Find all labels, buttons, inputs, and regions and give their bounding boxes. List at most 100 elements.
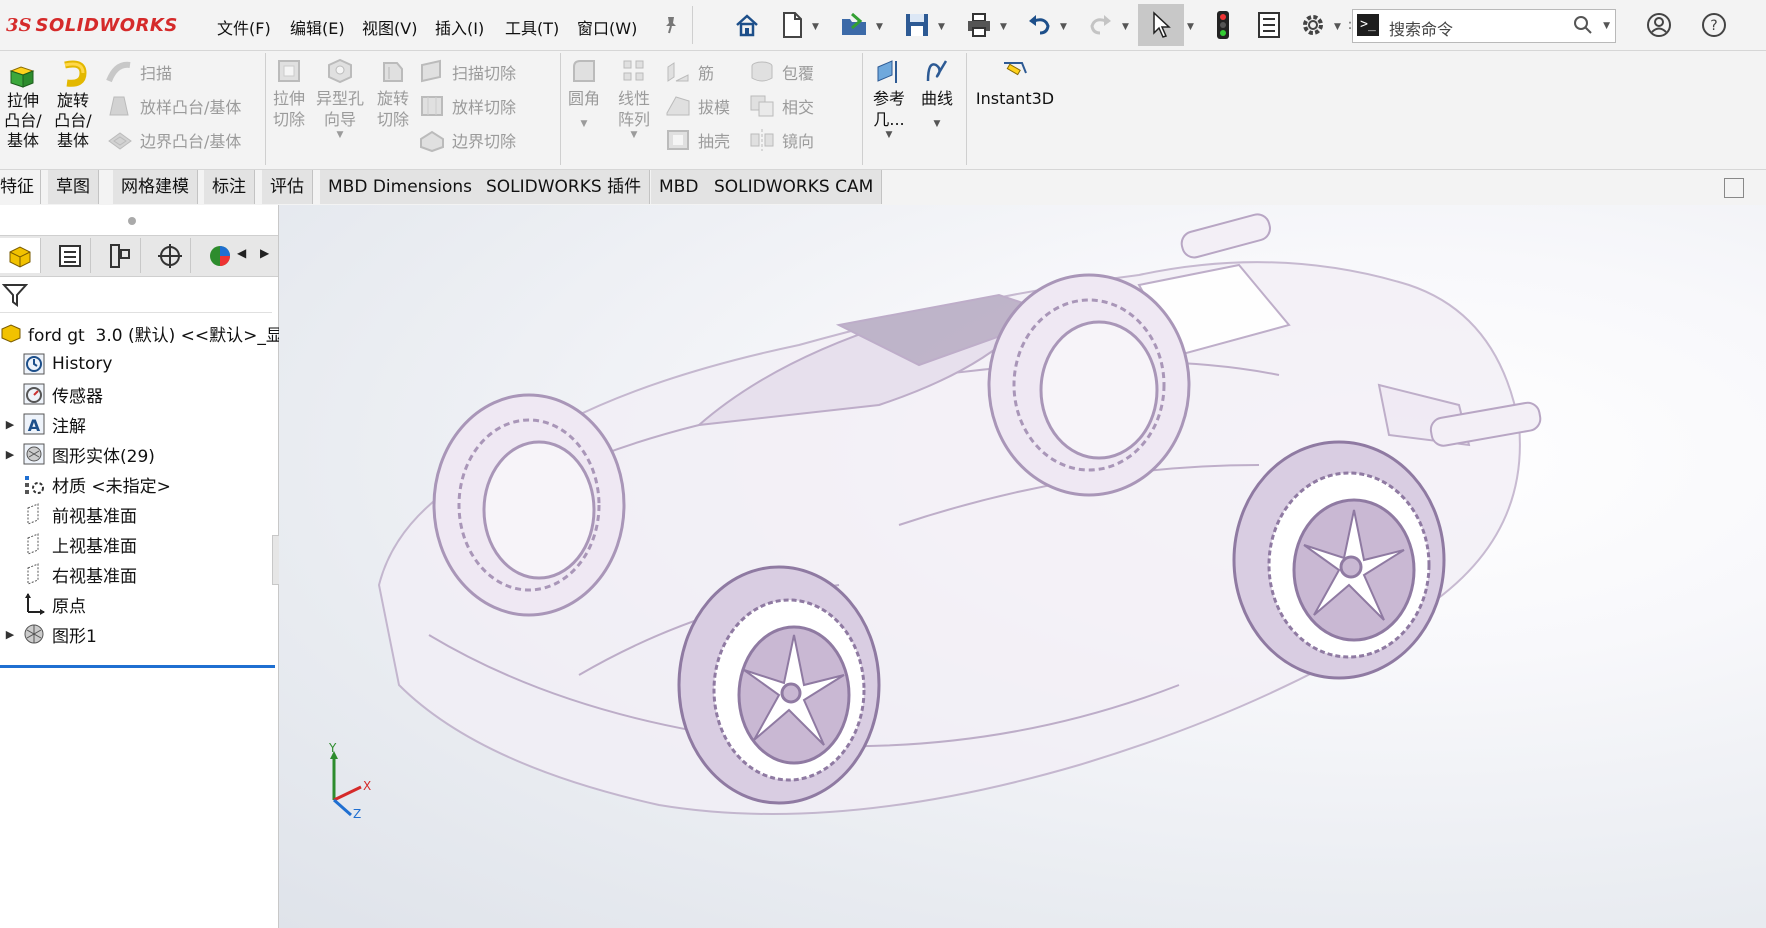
print-dropdown-icon[interactable]: ▼ xyxy=(1000,22,1007,32)
tab-solidworks-cam[interactable]: SOLIDWORKS CAM xyxy=(706,170,883,204)
tree-item-material[interactable]: 材质 <未指定> xyxy=(0,469,278,499)
previous-view-icon[interactable] xyxy=(822,205,852,209)
loft-boss-button[interactable]: 放样凸台/基体 xyxy=(106,93,241,119)
hide-show-items-icon[interactable] xyxy=(1016,205,1046,209)
instant3d-button[interactable]: Instant3D xyxy=(972,57,1058,109)
undo-dropdown-icon[interactable]: ▼ xyxy=(1060,22,1067,32)
save-dropdown-icon[interactable]: ▼ xyxy=(938,22,945,32)
new-document-icon[interactable] xyxy=(775,8,809,42)
tree-item-graphic1[interactable]: ▶ 图形1 xyxy=(0,619,278,649)
configurationmanager-tab-icon[interactable] xyxy=(100,238,141,273)
panel-toggle-icon[interactable] xyxy=(1724,178,1744,198)
redo-icon[interactable] xyxy=(1084,8,1118,42)
zoom-to-fit-icon[interactable] xyxy=(754,205,784,209)
revolve-cut-button[interactable]: 旋转 切除 xyxy=(372,57,414,130)
solidworks-logo[interactable]: 3S SOLIDWORKS xyxy=(6,12,178,38)
tab-markup[interactable]: 标注 xyxy=(204,170,255,204)
help-icon[interactable]: ? xyxy=(1697,8,1731,42)
tree-item-graphics-bodies[interactable]: ▶ 图形实体(29) xyxy=(0,439,278,469)
fillet-button[interactable]: 圆角 ▼ xyxy=(564,57,604,139)
rib-button[interactable]: 筋 xyxy=(664,59,714,85)
tab-solidworks-addins[interactable]: SOLIDWORKS 插件 xyxy=(478,170,651,204)
displaymanager-tab-icon[interactable] xyxy=(200,238,240,273)
loft-cut-button[interactable]: 放样切除 xyxy=(418,93,516,119)
panel-splitter-handle-icon[interactable] xyxy=(128,217,136,225)
search-dropdown-icon[interactable]: ▼ xyxy=(1603,21,1610,31)
expand-arrow-icon[interactable]: ▶ xyxy=(0,448,20,461)
reference-geometry-button[interactable]: 参考 几... ▼ xyxy=(866,57,912,140)
extrude-boss-button[interactable]: 拉伸 凸台/ 基体 xyxy=(0,57,46,151)
intersect-button[interactable]: 相交 xyxy=(748,93,814,119)
dimxpertmanager-tab-icon[interactable] xyxy=(150,238,191,273)
linear-pattern-dropdown-icon[interactable]: ▼ xyxy=(612,130,656,140)
search-commands-box[interactable]: >_ 搜索命令 ▼ xyxy=(1352,9,1616,43)
tabs-scroll-right-icon[interactable]: ▶ xyxy=(260,246,269,260)
extrude-cut-button[interactable]: 拉伸 切除 xyxy=(268,57,310,130)
select-dropdown-icon[interactable]: ▼ xyxy=(1187,22,1194,32)
curves-button[interactable]: 曲线 ▼ xyxy=(914,57,960,139)
tab-evaluate[interactable]: 评估 xyxy=(262,170,313,204)
display-style-icon[interactable] xyxy=(970,205,1000,209)
expand-arrow-icon[interactable]: ▶ xyxy=(0,418,20,431)
boundary-cut-button[interactable]: 边界切除 xyxy=(418,127,516,153)
rebuild-traffic-light-icon[interactable] xyxy=(1206,8,1240,42)
rollback-bar[interactable] xyxy=(0,665,275,668)
options-gear-icon[interactable] xyxy=(1296,8,1330,42)
mirror-button[interactable]: 镜向 xyxy=(748,127,814,153)
tree-root[interactable]: ford gt 3.0 (默认) <<默认>_显 xyxy=(0,318,283,348)
tree-item-top-plane[interactable]: 上视基准面 xyxy=(0,529,278,559)
open-dropdown-icon[interactable]: ▼ xyxy=(876,22,883,32)
menu-window[interactable]: 窗口(W) xyxy=(577,15,637,39)
tab-mbd-dimensions[interactable]: MBD Dimensions xyxy=(320,170,482,204)
tree-item-annotations[interactable]: ▶ A 注解 xyxy=(0,409,278,439)
tab-features[interactable]: 特征 xyxy=(0,170,41,204)
apply-scene-icon[interactable] xyxy=(1096,205,1126,209)
tree-item-origin[interactable]: 原点 xyxy=(0,589,278,619)
sweep-button[interactable]: 扫描 xyxy=(106,59,172,85)
expand-arrow-icon[interactable]: ▶ xyxy=(0,628,20,641)
home-icon[interactable] xyxy=(730,8,764,42)
menu-edit[interactable]: 编辑(E) xyxy=(290,15,345,39)
edit-appearance-icon[interactable] xyxy=(1062,205,1092,209)
tree-item-sensors[interactable]: 传感器 xyxy=(0,379,278,409)
zoom-to-area-icon[interactable] xyxy=(788,205,818,209)
menu-view[interactable]: 视图(V) xyxy=(362,15,417,39)
view-settings-icon[interactable] xyxy=(1142,205,1172,209)
hole-wizard-button[interactable]: 异型孔 向导 ▼ xyxy=(313,57,367,140)
draft-button[interactable]: 拔模 xyxy=(664,93,730,119)
tree-item-right-plane[interactable]: 右视基准面 xyxy=(0,559,278,589)
select-pointer-icon[interactable] xyxy=(1138,4,1184,46)
open-folder-icon[interactable] xyxy=(838,8,872,42)
print-icon[interactable] xyxy=(962,8,996,42)
file-properties-icon[interactable] xyxy=(1252,8,1286,42)
boundary-boss-button[interactable]: 边界凸台/基体 xyxy=(106,127,241,153)
tab-sketch[interactable]: 草图 xyxy=(48,170,99,204)
hole-wizard-dropdown-icon[interactable]: ▼ xyxy=(313,130,367,140)
pin-icon[interactable] xyxy=(654,8,688,42)
reference-geometry-dropdown-icon[interactable]: ▼ xyxy=(866,130,912,140)
sweep-cut-button[interactable]: 扫描切除 xyxy=(418,59,516,85)
options-dropdown-icon[interactable]: ▼ xyxy=(1334,22,1341,32)
tree-item-front-plane[interactable]: 前视基准面 xyxy=(0,499,278,529)
section-view-icon[interactable] xyxy=(856,205,886,209)
revolve-boss-button[interactable]: 旋转 凸台/ 基体 xyxy=(50,57,96,151)
new-dropdown-icon[interactable]: ▼ xyxy=(812,22,819,32)
filter-icon[interactable] xyxy=(1,282,29,312)
linear-pattern-button[interactable]: 线性 阵列 ▼ xyxy=(612,57,656,140)
menu-file[interactable]: 文件(F) xyxy=(217,15,271,39)
tabs-scroll-left-icon[interactable]: ◀ xyxy=(237,246,246,260)
featuremanager-tab-icon[interactable] xyxy=(0,238,41,273)
tab-mbd[interactable]: MBD xyxy=(651,170,708,204)
wrap-button[interactable]: 包覆 xyxy=(748,59,814,85)
graphics-viewport[interactable]: ▼ ▼ ▼ ▼ ▼ Y X Z xyxy=(279,205,1766,928)
search-icon[interactable] xyxy=(1573,15,1593,39)
propertymanager-tab-icon[interactable] xyxy=(50,238,91,273)
tab-mesh-modeling[interactable]: 网格建模 xyxy=(113,170,198,204)
dynamic-annotation-views-icon[interactable] xyxy=(890,205,920,209)
undo-icon[interactable] xyxy=(1022,8,1056,42)
shell-button[interactable]: 抽壳 xyxy=(664,127,730,153)
car-model-graphic[interactable] xyxy=(279,205,1766,928)
view-orientation-icon[interactable] xyxy=(924,205,954,209)
save-icon[interactable] xyxy=(900,8,934,42)
redo-dropdown-icon[interactable]: ▼ xyxy=(1122,22,1129,32)
